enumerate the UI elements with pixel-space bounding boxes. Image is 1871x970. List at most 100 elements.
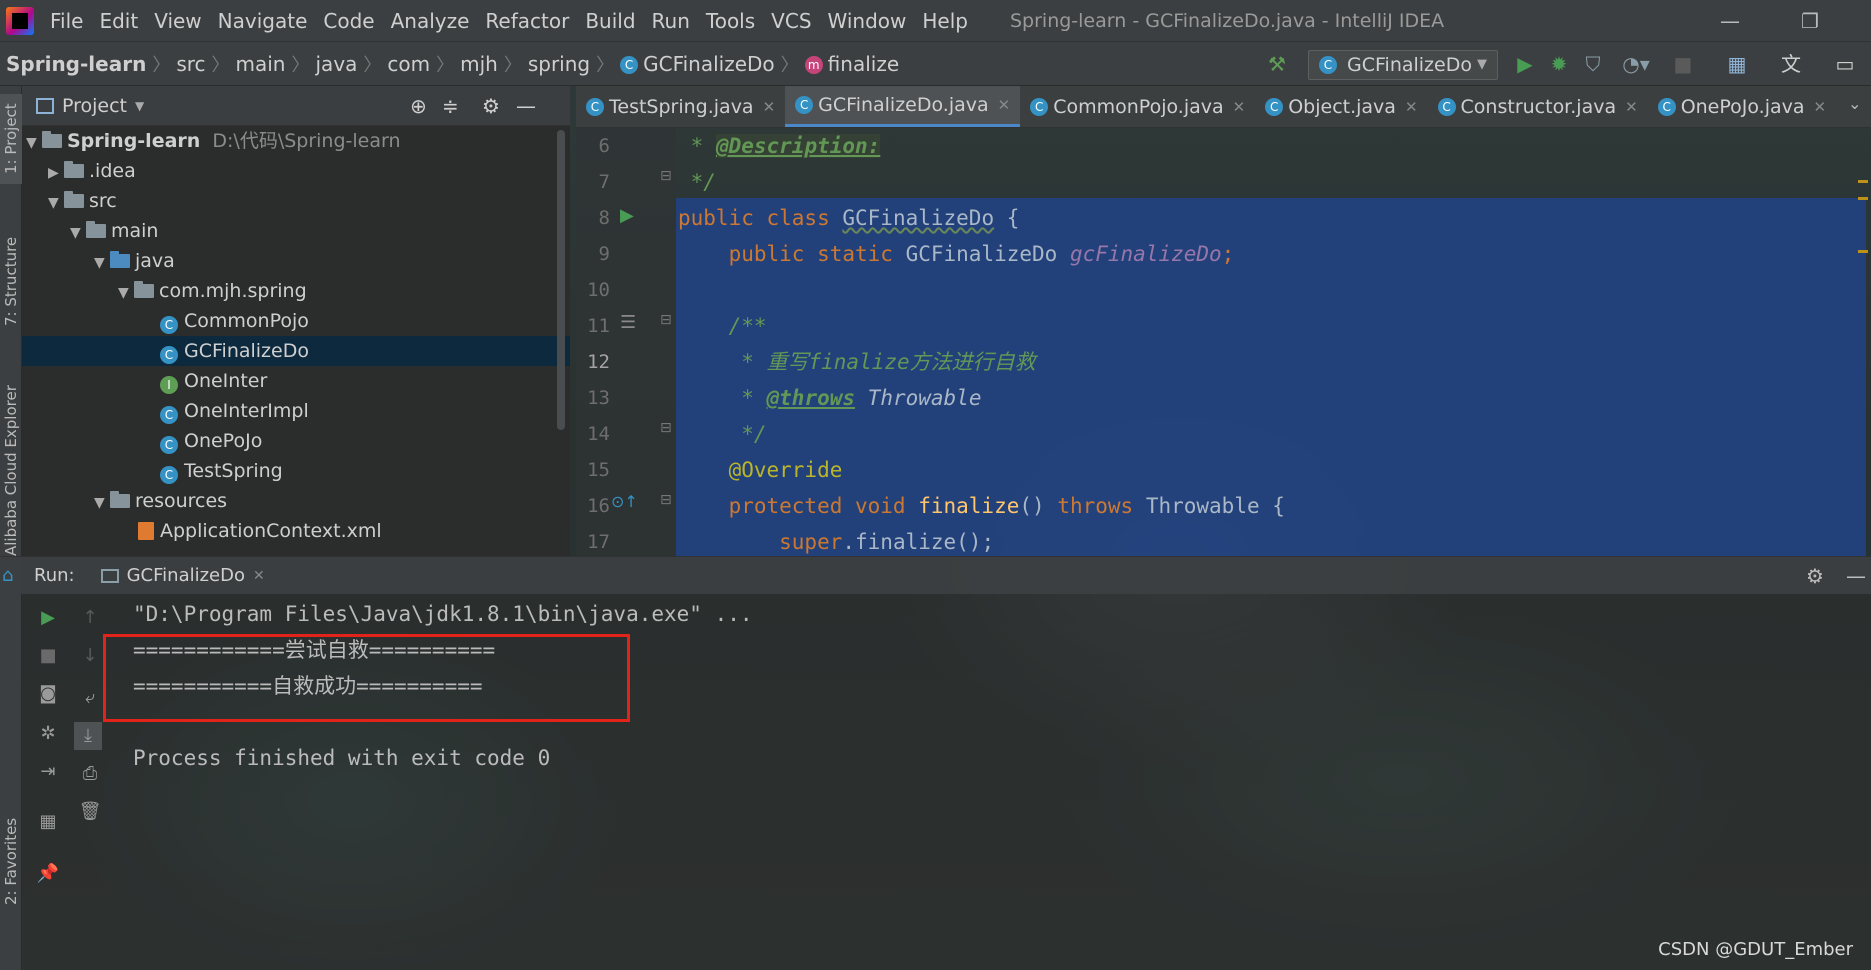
window-layout-icon[interactable]: ▭ (1830, 42, 1860, 86)
tree-item-testspring[interactable]: C TestSpring (22, 456, 570, 486)
menu-code[interactable]: Code (315, 0, 382, 42)
tab-commonpojo[interactable]: C CommonPojo.java ✕ (1020, 86, 1255, 127)
tree-item-oneinterimpl[interactable]: C OneInterImpl (22, 396, 570, 426)
tree-item-project-root[interactable]: ▼ Spring-learn D:\代码\Spring-learn (22, 126, 570, 156)
close-icon[interactable]: ✕ (763, 98, 776, 116)
breadcrumb-com[interactable]: com (381, 52, 436, 76)
breadcrumb-method[interactable]: m finalize (799, 52, 905, 76)
tab-object[interactable]: C Object.java ✕ (1255, 86, 1427, 127)
tree-item-resources[interactable]: ▼ resources (22, 486, 570, 516)
project-structure-icon[interactable]: ▦ (1722, 42, 1752, 86)
code-line-16[interactable]: protected void finalize() throws Throwab… (678, 488, 1285, 524)
menu-analyze[interactable]: Analyze (383, 0, 478, 42)
pin-icon[interactable]: 📌 (36, 862, 60, 886)
code-line-9[interactable]: public static GCFinalizeDo gcFinalizeDo; (678, 236, 1235, 272)
tab-testspring[interactable]: C TestSpring.java ✕ (576, 86, 785, 127)
tree-item-src[interactable]: ▼ src (22, 186, 570, 216)
tab-constructor[interactable]: C Constructor.java ✕ (1428, 86, 1648, 127)
camera-icon[interactable]: ◙ (36, 682, 60, 706)
layout-icon[interactable]: ▦ (36, 810, 60, 834)
collapse-all-icon[interactable]: ≑ (442, 94, 459, 118)
close-icon[interactable]: ✕ (1233, 98, 1246, 116)
run-class-gutter-icon[interactable]: ▶ (620, 205, 634, 226)
tab-onepojo[interactable]: C OnePoJo.java ✕ (1648, 86, 1836, 127)
menu-help[interactable]: Help (914, 0, 976, 42)
breadcrumb-src[interactable]: src (170, 52, 211, 76)
breadcrumb-main[interactable]: main (230, 52, 292, 76)
stop-icon[interactable]: ■ (36, 644, 60, 668)
code-line-13[interactable]: * @throws Throwable (678, 380, 981, 416)
restore-icon[interactable]: ❐ (1780, 0, 1840, 42)
tree-item-gcfinalizedo[interactable]: C GCFinalizeDo (22, 336, 570, 366)
project-scrollbar[interactable] (557, 130, 565, 430)
profile-icon[interactable]: ◔▾ (1614, 42, 1658, 86)
doc-render-icon[interactable]: ☰ (620, 312, 636, 333)
fold-icon[interactable]: ⊟ (660, 312, 672, 328)
menu-file[interactable]: File (42, 0, 91, 42)
tool-tab-favorites[interactable]: 2: Favorites (0, 806, 22, 916)
close-icon[interactable]: ✕ (1405, 98, 1418, 116)
soft-wrap-icon[interactable]: ⤶ (78, 686, 102, 710)
tree-item-onepojo[interactable]: C OnePoJo (22, 426, 570, 456)
tool-tab-structure[interactable]: 7: Structure (0, 226, 22, 336)
stop-icon[interactable]: ■ (1668, 42, 1698, 86)
fold-icon[interactable]: ⊟ (660, 420, 672, 436)
breadcrumb-mjh[interactable]: mjh (454, 52, 504, 76)
minimize-icon[interactable]: — (1700, 0, 1760, 42)
tree-item-java[interactable]: ▼ java (22, 246, 570, 276)
tree-item-commonpojo[interactable]: C CommonPojo (22, 306, 570, 336)
tab-gcfinalizedo[interactable]: C GCFinalizeDo.java ✕ (785, 86, 1021, 127)
editor-error-stripe[interactable] (1858, 140, 1868, 280)
menu-edit[interactable]: Edit (91, 0, 146, 42)
run-configuration-select[interactable]: C GCFinalizeDo ▼ (1308, 50, 1498, 80)
code-line-14[interactable]: */ (678, 416, 766, 452)
code-line-17[interactable]: super.finalize(); (678, 524, 994, 560)
print-icon[interactable]: ⎙ (78, 762, 102, 786)
fold-icon[interactable]: ⊟ (660, 168, 672, 184)
gear-icon[interactable]: ⚙ (1806, 564, 1824, 588)
hide-panel-icon[interactable]: — (516, 94, 536, 118)
hide-panel-icon[interactable]: — (1846, 564, 1866, 588)
gear-icon[interactable]: ⚙ (482, 94, 500, 118)
code-line-6[interactable]: * @Description: (678, 128, 881, 164)
menu-window[interactable]: Window (820, 0, 915, 42)
scroll-to-end-icon[interactable]: ⤓ (74, 722, 102, 750)
settings-icon[interactable]: ✲ (36, 722, 60, 746)
coverage-icon[interactable]: ⛉ (1578, 42, 1608, 86)
close-icon[interactable]: ✕ (1814, 98, 1827, 116)
tree-item-idea[interactable]: ▶ .idea (22, 156, 570, 186)
dropdown-arrow-icon[interactable]: ▼ (135, 99, 144, 113)
code-line-11[interactable]: /** (678, 308, 767, 344)
breadcrumb-java[interactable]: java (310, 52, 364, 76)
close-icon[interactable]: ✕ (253, 568, 265, 584)
code-line-8[interactable]: public class GCFinalizeDo { (678, 200, 1019, 236)
project-panel-title[interactable]: Project (62, 95, 127, 117)
code-line-15[interactable]: @Override (678, 452, 843, 488)
up-arrow-icon[interactable]: ↑ (78, 606, 102, 630)
fold-icon[interactable]: ⊟ (660, 492, 672, 508)
menu-refactor[interactable]: Refactor (477, 0, 577, 42)
code-line-7[interactable]: */ (678, 164, 716, 200)
locate-icon[interactable]: ⊕ (410, 94, 427, 118)
menu-tools[interactable]: Tools (698, 0, 763, 42)
debug-icon[interactable]: ✹ (1544, 42, 1574, 86)
down-arrow-icon[interactable]: ↓ (78, 644, 102, 668)
run-icon[interactable]: ▶ (1510, 42, 1540, 86)
build-hammer-icon[interactable]: ⚒ (1262, 42, 1292, 86)
menu-view[interactable]: View (146, 0, 209, 42)
tree-item-package[interactable]: ▼ com.mjh.spring (22, 276, 570, 306)
code-line-12[interactable]: * 重写finalize方法进行自救 (678, 344, 1035, 380)
tool-tab-cloud-explorer[interactable]: Alibaba Cloud Explorer (0, 376, 22, 566)
menu-navigate[interactable]: Navigate (210, 0, 316, 42)
close-icon[interactable]: ✕ (1625, 98, 1638, 116)
login-icon[interactable]: ⇥ (36, 760, 60, 784)
show-all-tabs-icon[interactable]: ⌄ (1848, 94, 1861, 113)
breadcrumb-spring[interactable]: spring (522, 52, 596, 76)
run-tab-label[interactable]: GCFinalizeDo (127, 565, 245, 586)
tree-item-appcontext-xml[interactable]: ApplicationContext.xml (22, 516, 570, 546)
tree-item-oneinter[interactable]: I OneInter (22, 366, 570, 396)
tree-item-main[interactable]: ▼ main (22, 216, 570, 246)
rerun-icon[interactable]: ▶ (36, 606, 60, 630)
translate-icon[interactable]: 文 (1776, 42, 1806, 86)
menu-vcs[interactable]: VCS (763, 0, 819, 42)
